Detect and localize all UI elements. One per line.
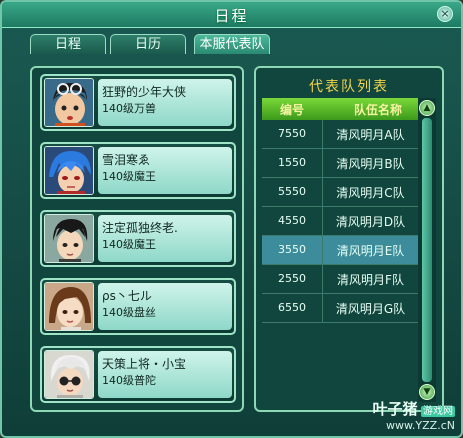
avatar-dark-hair [44,214,94,263]
title-bar: 日程 × [2,2,461,28]
team-name: 清风明月C队 [336,186,405,200]
watermark-brand: 叶子猪 [372,400,418,418]
avatar-silver-hair [44,350,94,399]
team-list-panel: 代表队列表 编号 队伍名称 7550 清风明月A队 1550 清风明月B队 55… [254,66,444,412]
table-row[interactable]: 1550 清风明月B队 [262,149,418,178]
team-name: 清风明月A队 [336,128,405,142]
member-card[interactable]: 注定孤独终老. 140级魔王 [40,210,236,267]
table-row-selected[interactable]: 3550 清风明月E队 [262,236,418,265]
watermark: 叶子猪 游戏网 www.YZZ.cN [372,398,455,432]
table-row[interactable]: 6550 清风明月G队 [262,294,418,323]
chevron-up-icon: ▲ [423,103,431,113]
schedule-window: 日程 × 日程 日历 本服代表队 狂野的少年大侠 140级万兽 雪泪寒ゑ 140… [0,0,463,438]
member-name: ρs丶七ル [102,289,152,303]
tab-calendar[interactable]: 日历 [110,34,186,54]
member-level: 140级普陀 [102,374,156,387]
tab-schedule[interactable]: 日程 [30,34,106,54]
table-row[interactable]: 5550 清风明月C队 [262,178,418,207]
team-list-title: 代表队列表 [309,79,389,95]
column-header-team: 队伍名称 [354,103,403,117]
member-name: 注定孤独终老. [102,221,178,235]
member-info: ρs丶七ル 140级盘丝 [98,283,232,330]
table-row[interactable]: 2550 清风明月F队 [262,265,418,294]
member-level: 140级万兽 [102,102,156,115]
member-name: 雪泪寒ゑ [102,153,151,167]
scrollbar[interactable]: ▲ ▼ [418,98,436,402]
table-row[interactable]: 4550 清风明月D队 [262,207,418,236]
avatar-boy-glasses [44,78,94,127]
close-icon: × [440,7,450,20]
member-card[interactable]: ρs丶七ル 140级盘丝 [40,278,236,335]
team-name: 清风明月F队 [337,273,404,287]
member-card[interactable]: 天策上将・小宝 140级普陀 [40,346,236,403]
table-header: 编号 队伍名称 [262,98,418,120]
team-name: 清风明月D队 [335,215,406,229]
team-code: 5550 [278,185,306,198]
scroll-up-button[interactable]: ▲ [419,100,435,116]
team-code: 1550 [278,156,306,169]
close-button[interactable]: × [437,6,453,22]
member-name: 天策上将・小宝 [102,357,187,371]
scroll-track[interactable] [422,118,432,382]
window-title: 日程 [214,7,249,25]
team-name: 清风明月B队 [336,157,405,171]
member-level: 140级魔王 [102,170,156,183]
team-code: 3550 [278,243,306,256]
member-card[interactable]: 雪泪寒ゑ 140级魔王 [40,142,236,199]
watermark-badge: 游戏网 [421,406,455,417]
member-info: 雪泪寒ゑ 140级魔王 [98,147,232,194]
member-info: 天策上将・小宝 140级普陀 [98,351,232,398]
team-name: 清风明月E队 [336,244,405,258]
watermark-url: www.YZZ.cN [385,419,455,432]
table-row[interactable]: 7550 清风明月A队 [262,120,418,149]
member-name: 狂野的少年大侠 [102,85,187,99]
team-code: 6550 [278,301,306,314]
column-header-code: 编号 [280,103,305,117]
team-code: 4550 [278,214,306,227]
avatar-blue-hair [44,146,94,195]
tab-server-team[interactable]: 本服代表队 [194,34,270,54]
member-panel: 狂野的少年大侠 140级万兽 雪泪寒ゑ 140级魔王 注定孤独终老. 140级魔… [30,66,244,412]
member-info: 注定孤独终老. 140级魔王 [98,215,232,262]
member-level: 140级盘丝 [102,306,156,319]
member-level: 140级魔王 [102,238,156,251]
team-code: 7550 [278,127,306,140]
member-card[interactable]: 狂野的少年大侠 140级万兽 [40,74,236,131]
chevron-down-icon: ▼ [423,387,431,397]
member-info: 狂野的少年大侠 140级万兽 [98,79,232,126]
avatar-brown-hair [44,282,94,331]
team-name: 清风明月G队 [335,302,406,316]
team-code: 2550 [278,272,306,285]
